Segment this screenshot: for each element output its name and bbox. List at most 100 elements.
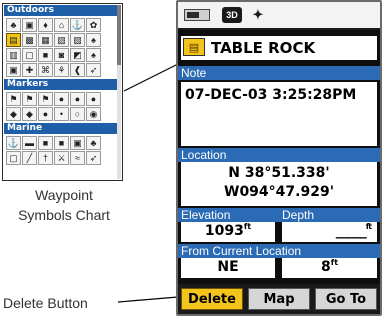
geocache-icon[interactable]: ▣	[6, 63, 21, 77]
building-icon[interactable]: ▦	[38, 33, 53, 47]
campground-icon[interactable]: ♦	[38, 18, 53, 32]
symbol-category-header: Marine	[4, 123, 121, 134]
dot-small-icon[interactable]: •	[54, 107, 69, 121]
symbol-category-header: Outdoors	[4, 5, 121, 16]
gps-fix-badge: 3D	[222, 7, 242, 23]
flag-red-icon[interactable]: ⚑	[38, 92, 53, 106]
marker-green-icon[interactable]: ■	[54, 136, 69, 150]
skiing-icon[interactable]: ❰	[70, 63, 85, 77]
depth-value: _____ft	[335, 222, 372, 240]
elevation-field[interactable]: 1093ft	[181, 222, 275, 242]
forest-icon[interactable]: ♠	[86, 33, 101, 47]
block-green-icon[interactable]: ◆	[22, 107, 37, 121]
wreck-icon[interactable]: ⚔	[54, 151, 69, 165]
target-icon[interactable]: ◉	[86, 107, 101, 121]
elevation-label: Elevation	[181, 208, 231, 222]
water-icon[interactable]: ≈	[70, 151, 85, 165]
elevation-depth-label: Elevation Depth	[178, 208, 380, 222]
flag-blue-icon[interactable]: ⚑	[6, 92, 21, 106]
delete-button[interactable]: Delete	[181, 288, 243, 310]
pin-blue-icon[interactable]: ●	[86, 92, 101, 106]
waypoint-symbol-button[interactable]: ▤	[183, 38, 205, 56]
note-field[interactable]: 07-DEC-03 3:25:28PM	[181, 82, 377, 146]
lodge-icon[interactable]: ▨	[70, 33, 85, 47]
table-icon[interactable]: ▥	[6, 48, 21, 62]
beacon-icon[interactable]: †	[38, 151, 53, 165]
distance-number: 8	[320, 259, 331, 275]
summit-icon[interactable]: ⌘	[38, 63, 53, 77]
fishing-icon[interactable]: ➶	[86, 63, 101, 77]
goto-button[interactable]: Go To	[315, 288, 377, 310]
shelter-icon[interactable]: ▧	[54, 33, 69, 47]
elevation-unit: ft	[243, 222, 252, 231]
waypoint-page-screen: 3D ✦ ▤ TABLE ROCK Note 07-DEC-03 3:25:28…	[176, 0, 382, 316]
first-aid-icon[interactable]: ✚	[22, 63, 37, 77]
dot-icon[interactable]: ●	[38, 107, 53, 121]
symbol-row: ⚑ ⚑ ⚑ ● ● ●	[6, 92, 101, 106]
elevation-value: 1093ft	[181, 222, 275, 240]
caption-line-2: Symbols Chart	[18, 207, 110, 223]
caption-line-1: Waypoint	[35, 187, 93, 203]
shore-icon[interactable]: ♣	[86, 136, 101, 150]
scenic-icon[interactable]: ⚘	[54, 63, 69, 77]
anchor-icon[interactable]: ⚓	[70, 18, 85, 32]
symbol-row: ⚓ ▬ ■ ■ ▣ ♣	[6, 136, 101, 150]
ramp-icon[interactable]: ╱	[22, 151, 37, 165]
anchor-icon[interactable]: ⚓	[6, 136, 21, 150]
depth-label: Depth	[282, 208, 315, 222]
cabin-icon[interactable]: ⌂	[54, 18, 69, 32]
flag-green-icon[interactable]: ⚑	[22, 92, 37, 106]
trail-head-icon[interactable]: ▤	[6, 33, 21, 47]
distance-value: 8ft	[282, 258, 377, 276]
from-current-location-label: From Current Location	[178, 244, 380, 258]
symbol-row: ♣ ▣ ♦ ⌂ ⚓ ✿	[6, 18, 101, 32]
photo-icon[interactable]: ◙	[54, 48, 69, 62]
boat-icon[interactable]: ◩	[70, 48, 85, 62]
symbol-row: ▢ ╱ † ⚔ ≈ ➶	[6, 151, 101, 165]
symbols-scrollbar-thumb[interactable]	[117, 5, 121, 65]
symbols-chart-caption: Waypoint Symbols Chart	[8, 185, 120, 225]
symbol-row: ▥ ▢ ■ ◙ ◩ ♠	[6, 48, 101, 62]
marker-red-icon[interactable]: ■	[38, 136, 53, 150]
buoy-icon[interactable]: ▬	[22, 136, 37, 150]
latitude-value: N 38°51.338'	[228, 165, 330, 181]
depth-number: _____	[335, 223, 367, 239]
waypoint-symbols-chart: Outdoors ♣ ▣ ♦ ⌂ ⚓ ✿ ▤ ▩ ▦ ▧ ▨ ♠ ▥ ▢ ■ ◙ ◩ ♠ ▣ ✚ ⌘ ⚘ ❰ ➶ Markers ⚑…	[2, 3, 123, 181]
drinking-icon[interactable]: ♠	[86, 48, 101, 62]
status-bar: 3D ✦	[178, 2, 380, 30]
tree-icon[interactable]: ♣	[6, 18, 21, 32]
circle-icon[interactable]: ○	[70, 107, 85, 121]
pin-green-icon[interactable]: ●	[70, 92, 85, 106]
satellite-icon: ✦	[252, 7, 264, 22]
note-label: Note	[178, 66, 380, 80]
block-blue-icon[interactable]: ◆	[6, 107, 21, 121]
location-field[interactable]: N 38°51.338' W094°47.929'	[181, 162, 377, 206]
picnic-icon[interactable]: ▩	[22, 33, 37, 47]
dive-icon[interactable]: ▣	[70, 136, 85, 150]
depth-unit: ft	[365, 222, 372, 231]
symbol-row: ▣ ✚ ⌘ ⚘ ❰ ➶	[6, 63, 101, 77]
waypoint-name: TABLE ROCK	[211, 39, 316, 57]
longitude-value: W094°47.929'	[224, 184, 334, 200]
park-icon[interactable]: ✿	[86, 18, 101, 32]
delete-button-caption: Delete Button	[3, 295, 88, 311]
depth-field[interactable]: _____ft	[282, 222, 377, 242]
fish-icon[interactable]: ➶	[86, 151, 101, 165]
symbol-row: ◆ ◆ ● • ○ ◉	[6, 107, 101, 121]
location-label: Location	[178, 148, 380, 162]
map-button[interactable]: Map	[248, 288, 310, 310]
dock-icon[interactable]: ▢	[6, 151, 21, 165]
info-icon[interactable]: ■	[38, 48, 53, 62]
bearing-value: NE	[217, 259, 239, 275]
symbol-category-header: Markers	[4, 79, 121, 90]
restroom-icon[interactable]: ▢	[22, 48, 37, 62]
bridge-icon[interactable]: ▣	[22, 18, 37, 32]
elevation-number: 1093	[204, 223, 244, 239]
bearing-field: NE	[181, 258, 275, 278]
waypoint-name-field[interactable]: ▤ TABLE ROCK	[181, 36, 377, 60]
button-row: Delete Map Go To	[178, 284, 380, 314]
distance-unit: ft	[330, 258, 339, 267]
symbols-scrollbar[interactable]	[117, 5, 121, 179]
pin-red-icon[interactable]: ●	[54, 92, 69, 106]
battery-icon	[184, 9, 210, 21]
